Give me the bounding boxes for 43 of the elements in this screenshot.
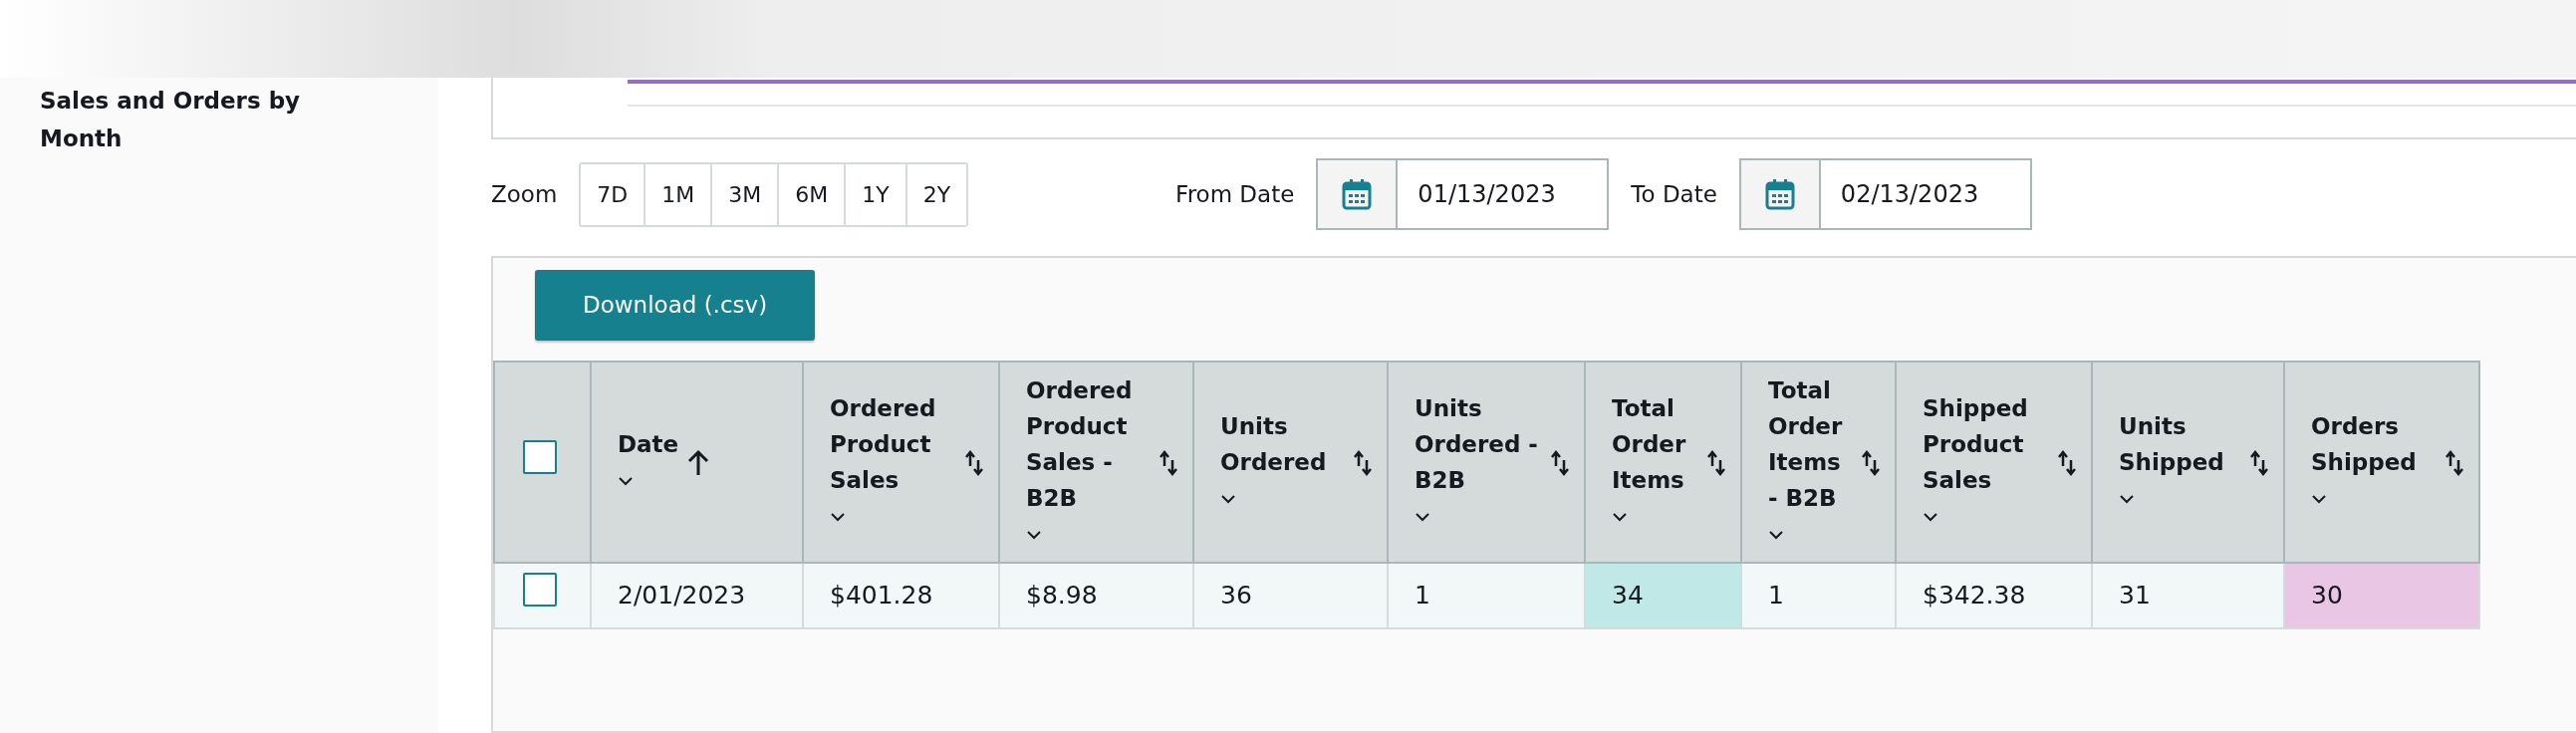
sort-icon[interactable] [1550, 450, 1570, 476]
table-cell: 31 [2092, 562, 2284, 628]
select-all-checkbox[interactable] [523, 439, 557, 474]
chevron-down-icon[interactable] [1768, 530, 1784, 540]
chevron-down-icon[interactable] [1612, 512, 1628, 522]
table-cell: 34 [1585, 562, 1741, 628]
sort-icon[interactable] [1159, 450, 1178, 476]
column-header[interactable]: Date [618, 425, 679, 462]
date-label: From Date [1175, 179, 1295, 209]
download-button[interactable]: Download (.csv) [535, 270, 816, 341]
date-label: To Date [1631, 179, 1717, 209]
date-picker[interactable]: 02/13/2023 [1738, 158, 2032, 230]
chevron-down-icon[interactable] [618, 476, 634, 486]
chevron-down-icon[interactable] [830, 512, 846, 522]
table-cell: 1 [1741, 562, 1896, 628]
sort-icon[interactable] [2249, 450, 2269, 476]
chevron-down-icon[interactable] [1220, 494, 1236, 504]
section-title: Sales and Orders by Month [40, 87, 302, 153]
chevron-down-icon[interactable] [2119, 494, 2135, 504]
calendar-icon [1342, 178, 1373, 210]
zoom-label: Zoom [491, 179, 558, 209]
sort-icon[interactable] [1861, 450, 1881, 476]
arrow-up-icon[interactable] [686, 449, 711, 477]
chevron-down-icon[interactable] [1415, 512, 1430, 522]
sort-icon[interactable] [1706, 450, 1726, 476]
date-picker[interactable]: 01/13/2023 [1316, 158, 1610, 230]
sort-icon[interactable] [2057, 450, 2077, 476]
table-cell: 36 [1193, 562, 1388, 628]
table-cell: $401.28 [803, 562, 999, 628]
calendar-icon [1764, 178, 1795, 210]
sort-icon[interactable] [964, 450, 984, 476]
sort-icon[interactable] [1353, 450, 1373, 476]
table-cell: $8.98 [999, 562, 1193, 628]
sort-icon[interactable] [2445, 450, 2464, 476]
row-checkbox[interactable] [523, 573, 557, 608]
table-cell: 2/01/2023 [591, 562, 803, 628]
table-cell: 30 [2284, 562, 2479, 628]
zoom-option[interactable]: 7D [581, 163, 646, 225]
chevron-down-icon[interactable] [2311, 494, 2327, 504]
table-cell: 1 [1388, 562, 1585, 628]
chevron-down-icon[interactable] [1923, 512, 1938, 522]
table-cell: $342.38 [1896, 562, 2092, 628]
chevron-down-icon[interactable] [1026, 530, 1042, 540]
